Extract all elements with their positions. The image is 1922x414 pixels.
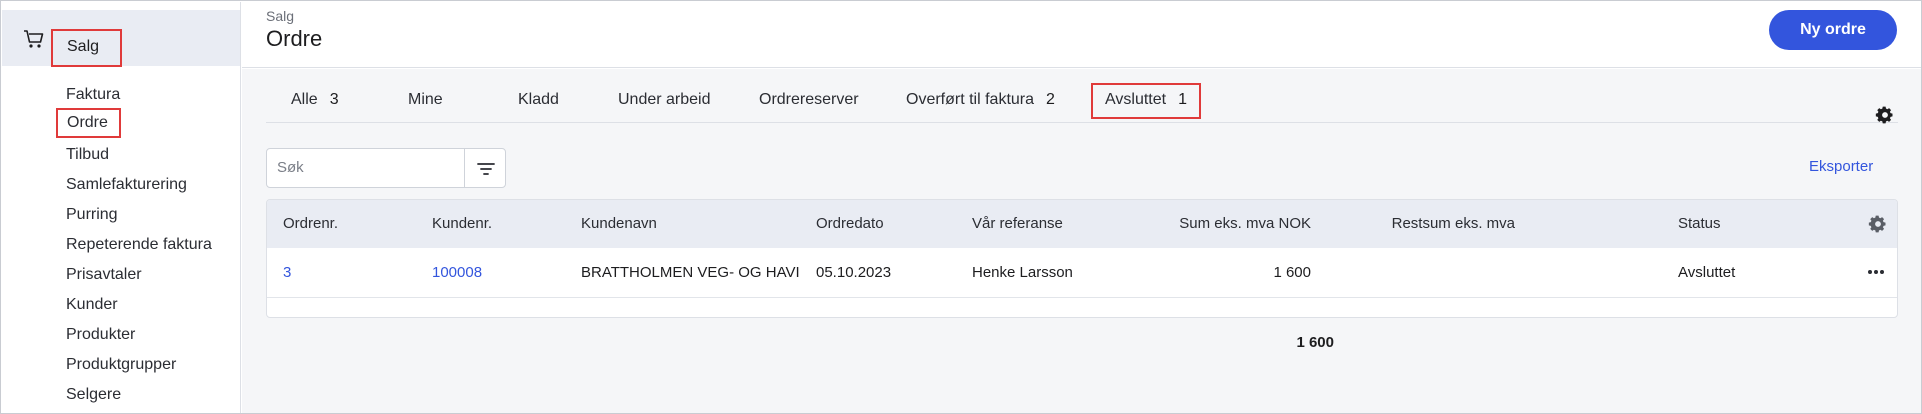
tab-alle[interactable]: Alle 3	[291, 83, 339, 123]
tab-label: Alle	[291, 91, 318, 108]
column-header-sum[interactable]: Sum eks. mva NOK	[1167, 215, 1311, 232]
settings-gear-icon[interactable]	[1875, 105, 1895, 125]
cell-sum: 1 600	[1273, 264, 1311, 281]
column-header-kundenavn[interactable]: Kundenavn	[581, 215, 657, 232]
column-header-status[interactable]: Status	[1678, 215, 1721, 232]
tab-count: 2	[1046, 91, 1055, 108]
tab-kladd[interactable]: Kladd	[518, 83, 559, 123]
column-header-kundenr[interactable]: Kundenr.	[432, 215, 492, 232]
search-input[interactable]: Søk	[267, 149, 465, 187]
cell-kundenavn: BRATTHOLMEN VEG- OG HAVI	[581, 264, 800, 281]
tab-avsluttet[interactable]: Avsluttet 1	[1091, 83, 1201, 119]
sidebar-item-ordre[interactable]: Ordre	[56, 108, 121, 138]
tab-label: Ordrereserver	[759, 91, 859, 108]
table-header: Ordrenr. Kundenr. Kundenavn Ordredato Vå…	[267, 200, 1897, 248]
page-header: Salg Ordre Ny ordre	[242, 2, 1921, 68]
tab-bar: Alle 3 Mine Kladd Under arbeid Ordrereser…	[266, 83, 1898, 125]
table-row[interactable]: 3 100008 BRATTHOLMEN VEG- OG HAVI 05.10.…	[267, 248, 1897, 298]
total-sum: 1 600	[1296, 334, 1334, 351]
tab-mine[interactable]: Mine	[408, 83, 443, 123]
module-label: Salg	[51, 29, 122, 67]
app-window: Salg Faktura Ordre Tilbud Samlefaktureri…	[0, 0, 1922, 414]
more-horizontal-icon[interactable]	[1866, 265, 1886, 279]
column-header-var-referanse[interactable]: Vår referanse	[972, 215, 1063, 232]
sidebar-item-repeterende-faktura[interactable]: Repeterende faktura	[66, 232, 212, 258]
sidebar-item-tilbud[interactable]: Tilbud	[66, 142, 109, 168]
cell-ordrenr[interactable]: 3	[283, 264, 291, 281]
search-box: Søk	[266, 148, 506, 188]
breadcrumb[interactable]: Salg	[266, 8, 294, 24]
export-link[interactable]: Eksporter	[1809, 158, 1873, 175]
page-title: Ordre	[266, 26, 323, 51]
tab-label: Avsluttet	[1105, 91, 1167, 108]
sidebar: Salg Faktura Ordre Tilbud Samlefaktureri…	[2, 2, 241, 413]
sidebar-item-kunder[interactable]: Kunder	[66, 292, 118, 318]
sidebar-item-selgere[interactable]: Selgere	[66, 382, 121, 408]
column-header-ordredato[interactable]: Ordredato	[816, 215, 884, 232]
main-content: Alle 3 Mine Kladd Under arbeid Ordrereser…	[242, 69, 1921, 413]
tab-count: 3	[329, 91, 339, 108]
sidebar-item-faktura[interactable]: Faktura	[66, 82, 120, 108]
column-header-ordrenr[interactable]: Ordrenr.	[283, 215, 338, 232]
sidebar-item-prisavtaler[interactable]: Prisavtaler	[66, 262, 142, 288]
tab-ordrereserver[interactable]: Ordrereserver	[759, 83, 859, 123]
tab-count: 1	[1178, 91, 1187, 108]
column-settings-gear-icon[interactable]	[1868, 214, 1888, 234]
filter-icon[interactable]	[475, 158, 497, 180]
cell-ordredato: 05.10.2023	[816, 264, 892, 281]
tab-label: Overført til faktura	[906, 91, 1035, 108]
sidebar-item-produktgrupper[interactable]: Produktgrupper	[66, 352, 176, 378]
cell-status: Avsluttet	[1678, 264, 1736, 281]
tab-label: Mine	[408, 91, 443, 108]
tab-overfort-til-faktura[interactable]: Overført til faktura 2	[906, 83, 1055, 123]
tab-label: Under arbeid	[618, 91, 711, 108]
tab-under-arbeid[interactable]: Under arbeid	[618, 83, 711, 123]
tab-label: Kladd	[518, 91, 559, 108]
sidebar-item-purring[interactable]: Purring	[66, 202, 118, 228]
sidebar-item-samlefakturering[interactable]: Samlefakturering	[66, 172, 187, 198]
module-sales[interactable]: Salg	[2, 10, 240, 67]
cell-kundenr[interactable]: 100008	[432, 264, 482, 281]
cell-var-referanse: Henke Larsson	[972, 264, 1073, 281]
new-order-button[interactable]: Ny ordre	[1769, 10, 1897, 50]
orders-table: Ordrenr. Kundenr. Kundenavn Ordredato Vå…	[266, 199, 1898, 318]
column-header-restsum[interactable]: Restsum eks. mva	[1367, 215, 1515, 232]
cart-icon	[24, 30, 44, 48]
sidebar-item-produkter[interactable]: Produkter	[66, 322, 135, 348]
